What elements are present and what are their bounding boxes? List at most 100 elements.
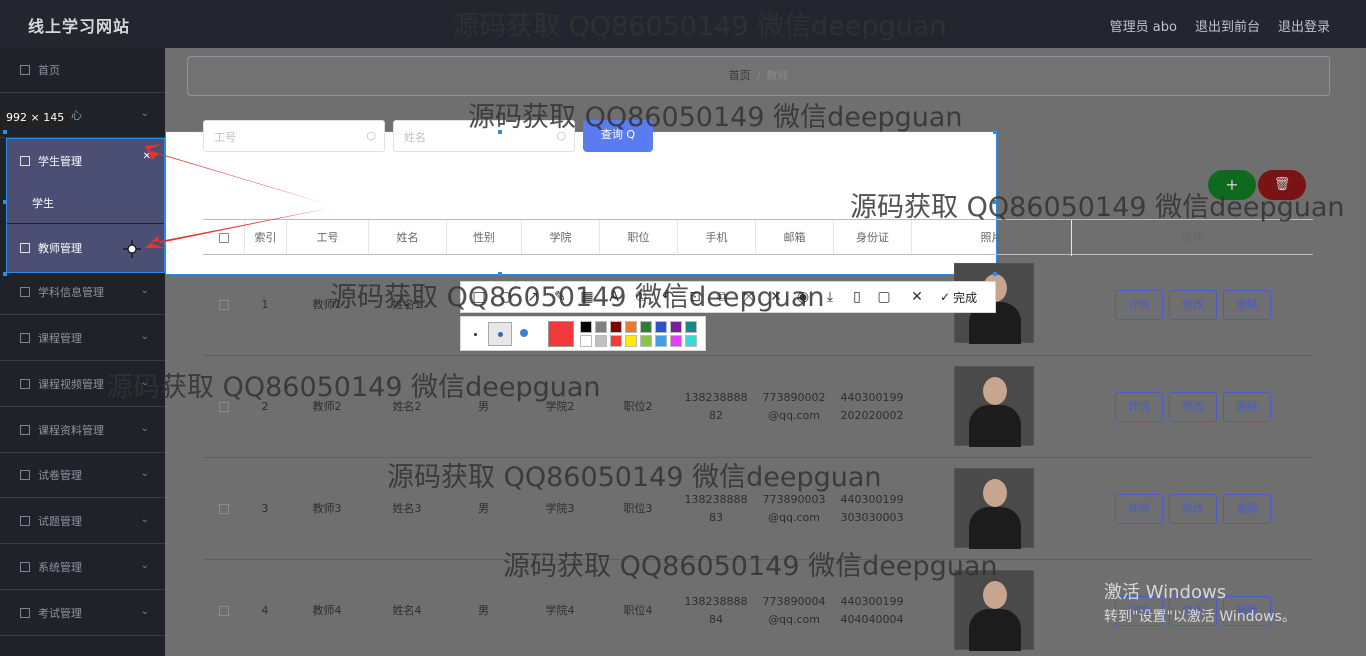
sidebar-item-label: 课程管理	[38, 332, 82, 345]
current-color-swatch[interactable]	[548, 321, 574, 347]
done-button[interactable]: ✓ 完成	[940, 289, 977, 306]
color-orange[interactable]	[625, 321, 637, 333]
color-teal[interactable]	[685, 321, 697, 333]
breadcrumb-separator: /	[756, 69, 761, 82]
sidebar-item-course[interactable]: 课程管理 ⌄	[0, 316, 165, 361]
chat-icon	[20, 379, 30, 389]
cell-phone: 138238888 82	[684, 391, 748, 422]
chevron-down-icon: ⌄	[140, 108, 149, 119]
photo-head	[983, 581, 1007, 609]
sidebar-item-label: 试卷管理	[38, 469, 82, 482]
edit-button[interactable]: 修改	[1169, 290, 1217, 320]
selection-handle[interactable]	[993, 130, 997, 134]
check-icon: ✓	[940, 290, 951, 304]
color-sky[interactable]	[655, 335, 667, 347]
sidebar-item-paper[interactable]: 试卷管理 ⌄	[0, 453, 165, 498]
breadcrumb-current: 教师	[766, 69, 789, 82]
selection-handle[interactable]	[3, 200, 7, 204]
sidebar-item-question[interactable]: 试题管理 ⌄	[0, 499, 165, 544]
selection-handle[interactable]	[3, 272, 7, 276]
sidebar-item-system[interactable]: 系统管理 ⌄	[0, 545, 165, 590]
sidebar-item-label: 首页	[38, 64, 60, 77]
color-yellow[interactable]	[625, 335, 637, 347]
print-icon	[20, 470, 30, 480]
admin-username[interactable]: 管理员 abo	[1110, 16, 1177, 35]
cell-idx: 1	[261, 298, 269, 311]
select-all-checkbox[interactable]	[219, 233, 229, 243]
teacher-photo	[954, 468, 1034, 549]
cell-name: 姓名4	[392, 604, 422, 617]
delete-button[interactable]: 删除	[1223, 494, 1271, 524]
sidebar-item-subject[interactable]: 学科信息管理 ⌄	[0, 270, 165, 315]
close-icon[interactable]: ✕	[907, 287, 927, 307]
chevron-down-icon: ⌄	[140, 468, 149, 479]
header-name: 姓名	[368, 220, 446, 256]
selection-handle[interactable]	[993, 272, 997, 276]
color-gray[interactable]	[595, 321, 607, 333]
detail-button[interactable]: 详情	[1115, 494, 1163, 524]
cell-phone: 138238888 84	[684, 595, 748, 626]
size-large-option[interactable]	[520, 329, 528, 337]
calendar-icon	[20, 516, 30, 526]
done-label: 完成	[953, 290, 978, 305]
bookmark-icon[interactable]: ▢	[874, 287, 894, 307]
header-photo: 照片	[911, 220, 1071, 256]
color-blue[interactable]	[655, 321, 667, 333]
detail-button[interactable]: 详情	[1115, 392, 1163, 422]
teacher-id-placeholder: 工号	[214, 131, 236, 144]
selection-handle[interactable]	[3, 130, 7, 134]
cell-idx: 4	[261, 604, 269, 617]
cell-pos: 职位3	[623, 502, 653, 515]
watermark: 源码获取 QQ86050149 微信deepguan	[850, 192, 1345, 223]
globe-icon	[20, 608, 30, 618]
photo-body	[969, 405, 1021, 447]
edit-button[interactable]: 修改	[1169, 494, 1217, 524]
color-pink[interactable]	[670, 335, 682, 347]
watermark: 源码获取 QQ86050149 微信deepguan	[452, 11, 947, 42]
exit-to-frontend-link[interactable]: 退出到前台	[1195, 16, 1260, 35]
row-checkbox[interactable]	[219, 606, 229, 616]
save-icon[interactable]: ▯	[847, 287, 867, 307]
color-maroon[interactable]	[610, 321, 622, 333]
delete-button[interactable]: 删除	[1223, 392, 1271, 422]
cell-idcard: 440300199 202020002	[840, 391, 904, 422]
activation-title: 激活 Windows	[1104, 582, 1227, 603]
watermark: 源码获取 QQ86050149 微信deepguan	[387, 462, 882, 493]
cell-id: 教师4	[312, 604, 342, 617]
selection-size-tag: 992 × 145	[0, 109, 71, 126]
color-purple[interactable]	[670, 321, 682, 333]
chevron-down-icon: ⌄	[140, 560, 149, 571]
sidebar-item-home[interactable]: 首页	[0, 48, 165, 93]
activation-subtitle: 转到"设置"以激活 Windows。	[1104, 609, 1296, 625]
search-icon: ○	[366, 129, 376, 142]
cell-id: 教师3	[312, 502, 342, 515]
row-checkbox[interactable]	[219, 504, 229, 514]
edit-button[interactable]: 修改	[1169, 392, 1217, 422]
row-checkbox[interactable]	[219, 300, 229, 310]
color-silver[interactable]	[595, 335, 607, 347]
logout-link[interactable]: 退出登录	[1278, 16, 1330, 35]
watermark: 源码获取 QQ86050149 微信deepguan	[468, 102, 963, 133]
color-red[interactable]	[610, 335, 622, 347]
color-lime[interactable]	[640, 335, 652, 347]
color-black[interactable]	[580, 321, 592, 333]
detail-button[interactable]: 详情	[1115, 290, 1163, 320]
cell-email: 773890002 @qq.com	[762, 391, 826, 422]
sidebar-item-course-material[interactable]: 课程资料管理 ⌄	[0, 408, 165, 453]
cell-sex: 男	[478, 502, 489, 515]
sidebar-item-label: 试题管理	[38, 515, 82, 528]
size-small-option[interactable]	[474, 333, 477, 336]
header-sex: 性别	[446, 220, 521, 256]
color-green[interactable]	[640, 321, 652, 333]
sidebar-item-exam[interactable]: 考试管理 ⌄	[0, 591, 165, 636]
size-medium-option[interactable]	[488, 322, 512, 346]
delete-button[interactable]: 删除	[1223, 290, 1271, 320]
teacher-id-input[interactable]: 工号 ○	[203, 120, 385, 152]
chevron-down-icon: ⌄	[140, 423, 149, 434]
chevron-down-icon: ⌄	[140, 285, 149, 296]
color-white[interactable]	[580, 335, 592, 347]
color-cyan[interactable]	[685, 335, 697, 347]
breadcrumb-home[interactable]: 首页	[729, 69, 751, 82]
header-operation: 操作	[1071, 220, 1313, 256]
grid-icon	[20, 333, 30, 343]
